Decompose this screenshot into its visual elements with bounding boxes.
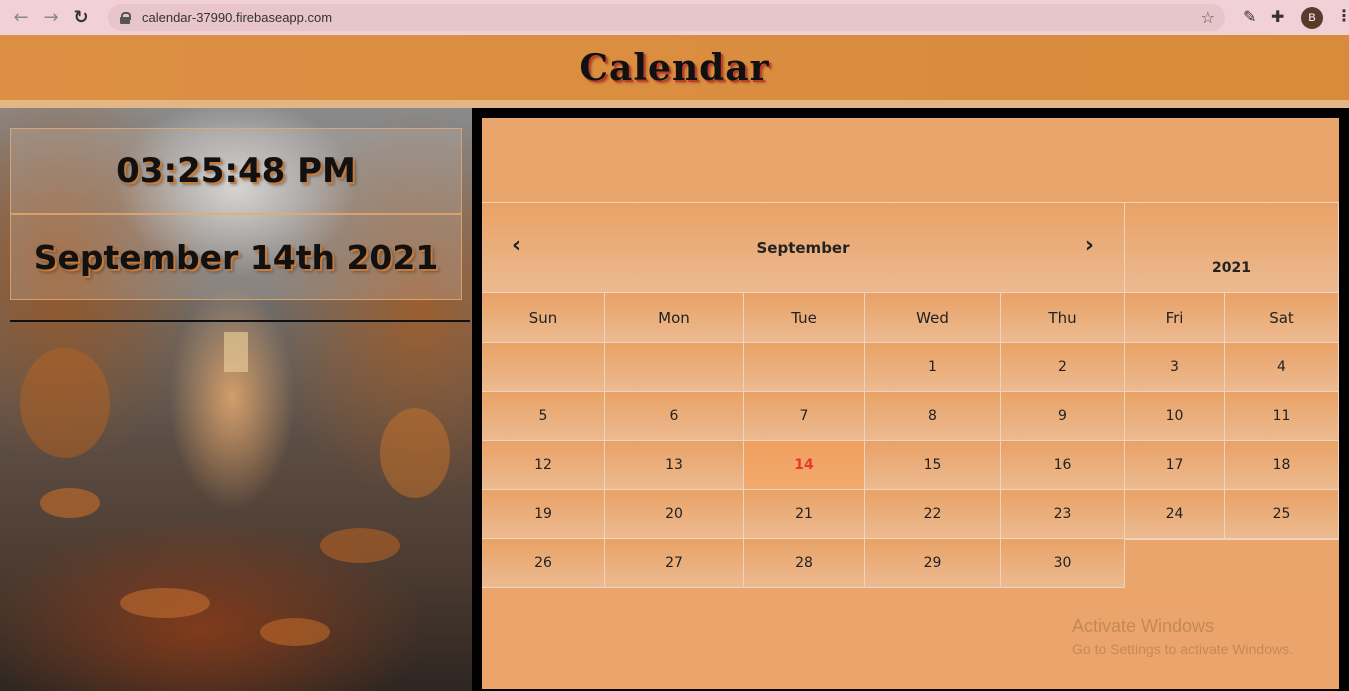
leaf-decoration: [20, 348, 110, 458]
month-navigation: ‹ September ›: [482, 203, 1125, 293]
day-cell[interactable]: 10: [1125, 392, 1225, 441]
calendar-widget: ‹ September › 2021 Sun Mon Tue Wed Thu Fri Sat…: [482, 118, 1339, 689]
page-title: Calendar: [579, 46, 770, 89]
day-cell[interactable]: 28: [744, 539, 865, 588]
leaf-decoration: [380, 408, 450, 498]
empty-day-cell: [1225, 539, 1339, 588]
day-cell[interactable]: 18: [1225, 441, 1339, 490]
windows-watermark-title: Activate Windows: [1072, 616, 1215, 636]
leaf-decoration: [120, 588, 210, 618]
day-cell[interactable]: 12: [482, 441, 605, 490]
leaf-decoration: [260, 618, 330, 646]
empty-day-cell: [1125, 539, 1225, 588]
date-box: September 14th 2021: [10, 214, 462, 300]
weekday-tue: Tue: [744, 293, 865, 343]
day-cell[interactable]: 26: [482, 539, 605, 588]
weekday-thu: Thu: [1001, 293, 1125, 343]
leaf-decoration: [320, 528, 400, 563]
day-cell[interactable]: 17: [1125, 441, 1225, 490]
day-cell[interactable]: 16: [1001, 441, 1125, 490]
day-cell[interactable]: 8: [865, 392, 1001, 441]
app-header: Calendar: [0, 35, 1349, 100]
current-time: 03:25:48 PM: [116, 151, 356, 191]
windows-watermark-subtitle: Go to Settings to activate Windows.: [1072, 641, 1293, 657]
weekday-sat: Sat: [1225, 293, 1339, 343]
day-cell[interactable]: 20: [605, 490, 744, 539]
back-arrow-icon[interactable]: ←: [6, 3, 36, 33]
weekday-mon: Mon: [605, 293, 744, 343]
day-cell[interactable]: 9: [1001, 392, 1125, 441]
day-cell[interactable]: 29: [865, 539, 1001, 588]
weekday-fri: Fri: [1125, 293, 1225, 343]
day-cell[interactable]: 23: [1001, 490, 1125, 539]
day-cell[interactable]: 30: [1001, 539, 1125, 588]
day-cell[interactable]: 3: [1125, 343, 1225, 392]
eyedropper-extension-icon[interactable]: ✎: [1243, 7, 1256, 26]
bookmark-star-icon[interactable]: ☆: [1201, 8, 1215, 27]
forward-arrow-icon[interactable]: →: [36, 3, 66, 33]
decorative-tag: [224, 332, 248, 372]
clock-box: 03:25:48 PM: [10, 128, 462, 214]
day-cell[interactable]: 7: [744, 392, 865, 441]
month-label[interactable]: September: [757, 239, 850, 257]
weekday-sun: Sun: [482, 293, 605, 343]
lock-icon: [120, 11, 131, 24]
empty-day-cell: [482, 343, 605, 392]
reload-icon[interactable]: ↻: [66, 3, 96, 33]
empty-day-cell: [744, 343, 865, 392]
header-divider: [0, 100, 1349, 108]
day-cell[interactable]: 19: [482, 490, 605, 539]
day-cell[interactable]: 1: [865, 343, 1001, 392]
year-label[interactable]: 2021: [1125, 203, 1339, 293]
day-cell[interactable]: 15: [865, 441, 1001, 490]
weekday-wed: Wed: [865, 293, 1001, 343]
day-cell[interactable]: 25: [1225, 490, 1339, 539]
day-cell[interactable]: 27: [605, 539, 744, 588]
day-cell[interactable]: 22: [865, 490, 1001, 539]
profile-avatar[interactable]: B: [1301, 7, 1323, 29]
leaf-decoration: [40, 488, 100, 518]
address-bar[interactable]: calendar-37990.firebaseapp.com ☆: [108, 4, 1225, 31]
day-cell-today[interactable]: 14: [744, 441, 865, 490]
day-cell[interactable]: 24: [1125, 490, 1225, 539]
day-cell[interactable]: 4: [1225, 343, 1339, 392]
autumn-forest-background-image: 03:25:48 PM September 14th 2021: [0, 108, 472, 691]
divider: [10, 320, 470, 322]
extensions-puzzle-icon[interactable]: ✚: [1271, 7, 1284, 26]
chevron-left-icon[interactable]: ‹: [512, 233, 521, 258]
day-cell[interactable]: 2: [1001, 343, 1125, 392]
current-date: September 14th 2021: [33, 237, 439, 277]
day-cell[interactable]: 21: [744, 490, 865, 539]
url-text: calendar-37990.firebaseapp.com: [142, 10, 333, 25]
browser-menu-icon[interactable]: ⋮: [1336, 6, 1349, 25]
day-cell[interactable]: 11: [1225, 392, 1339, 441]
empty-day-cell: [605, 343, 744, 392]
day-cell[interactable]: 5: [482, 392, 605, 441]
day-cell[interactable]: 13: [605, 441, 744, 490]
browser-toolbar: ← → ↻ calendar-37990.firebaseapp.com ☆ ✎…: [0, 0, 1349, 35]
calendar-top-area: [482, 118, 1339, 203]
chevron-right-icon[interactable]: ›: [1085, 233, 1094, 258]
day-cell[interactable]: 6: [605, 392, 744, 441]
